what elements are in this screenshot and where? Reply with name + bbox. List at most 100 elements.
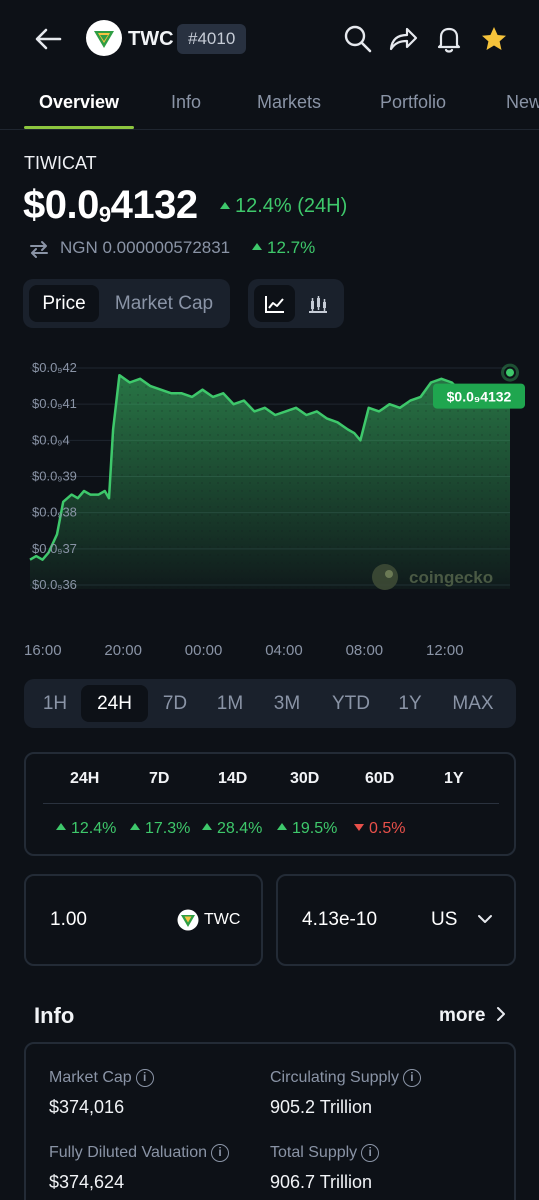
total-supply-value: 906.7 Trillion [270,1172,373,1192]
tab-portfolio[interactable]: Portfolio [380,92,446,113]
current-price-marker: $0.0₉4132 [433,363,525,409]
perf-header-7d: 7D [149,770,170,787]
tab-info[interactable]: Info [171,92,201,113]
coingecko-watermark: coingecko [372,564,493,590]
range-1m[interactable]: 1M [206,685,254,722]
candlestick-chart-button[interactable] [298,285,338,322]
range-ytd[interactable]: YTD [322,685,380,722]
total-supply-label: Total Supply i [270,1144,380,1162]
x-tick-label: 00:00 [184,642,223,659]
x-tick-label: 20:00 [104,642,142,659]
range-1y[interactable]: 1Y [388,685,432,722]
watermark-text: coingecko [409,568,493,587]
ngn-change: 12.7% [252,238,315,258]
search-icon[interactable] [343,24,373,54]
top-bar: TWC #4010 [0,0,539,78]
current-price-tag-label: $0.0₉4132 [447,389,512,405]
price-chart[interactable]: $0.0₉42 $0.0₉41 $0.0₉4 $0.0₉39 $0.0₉38 $0.0₉3… [0,345,539,665]
tab-bar: Overview Info Markets Portfolio New [0,78,539,130]
info-icon[interactable]: i [361,1144,380,1162]
bell-icon[interactable] [434,24,464,54]
coin-logo [86,20,122,56]
swap-icon [30,241,48,258]
x-tick-label: 16:00 [24,642,62,659]
fdv-value: $374,624 [49,1172,125,1192]
candlestick-icon [309,296,327,313]
price-toggle-button[interactable]: Price [29,285,99,322]
price-change-24h: 12.4% (24H) [220,195,347,218]
x-tick-label: 12:00 [426,642,464,659]
perf-value-14d: 28.4% [202,820,262,838]
fdv-label: Fully Diluted Valuation i [49,1144,230,1162]
perf-header-24h: 24H [70,770,100,787]
ngn-value: NGN 0.000000572831 [60,238,231,257]
circulating-supply-label: Circulating Supply i [270,1069,421,1087]
perf-header-60d: 60D [365,770,395,787]
info-section-title: Info [34,1003,75,1028]
y-tick-label: $0.0₉38 [32,505,77,520]
tab-active-indicator [24,126,134,129]
chevron-down-icon[interactable] [477,913,493,925]
star-icon[interactable] [479,24,509,54]
perf-value-30d: 19.5% [277,820,337,838]
current-price: $0.094132 [23,183,198,227]
twc-logo-icon [177,909,199,931]
line-chart-icon [264,296,284,313]
up-triangle-icon [56,823,66,830]
market-cap-toggle-button[interactable]: Market Cap [103,285,225,322]
y-tick-label: $0.0₉39 [32,469,77,484]
tab-overview[interactable]: Overview [39,92,119,113]
current-point [504,366,516,379]
up-triangle-icon [202,823,212,830]
back-arrow-icon[interactable] [32,24,64,54]
perf-header-30d: 30D [290,770,320,787]
up-triangle-icon [252,243,262,250]
perf-value-60d: 0.5% [354,820,405,838]
up-triangle-icon [130,823,140,830]
y-tick-label: $0.0₉41 [32,396,77,411]
performance-table: 24H 7D 14D 30D 60D 1Y 12.4% 17.3% 28.4% … [24,752,516,856]
time-range-selector: 1H 24H 7D 1M 3M YTD 1Y MAX [24,679,516,728]
range-7d[interactable]: 7D [152,685,198,722]
range-3m[interactable]: 3M [262,685,312,722]
y-tick-label: $0.0₉4 [32,432,70,447]
perf-header-14d: 14D [218,770,248,787]
tab-new[interactable]: New [506,92,539,113]
y-tick-label: $0.0₉37 [32,541,77,556]
perf-value-7d: 17.3% [130,820,190,838]
info-icon[interactable]: i [402,1069,421,1087]
chevron-right-icon [496,1007,505,1021]
rank-badge: #4010 [177,24,247,54]
perf-header-1y: 1Y [444,770,464,787]
coin-name: TIWICAT [24,153,97,173]
result-value: 4.13e-10 [302,909,378,930]
line-chart-button[interactable] [254,285,295,322]
y-tick-label: $0.0₉36 [32,577,77,592]
info-icon[interactable]: i [135,1069,154,1087]
x-tick-label: 04:00 [265,642,303,659]
chart-type-toggle [248,279,344,328]
divider [43,803,499,804]
currency-select[interactable]: US [431,909,457,931]
amount-input[interactable]: 1.00 [50,909,87,931]
tab-markets[interactable]: Markets [257,92,321,113]
more-link[interactable]: more [439,1005,507,1027]
range-max[interactable]: MAX [444,685,502,722]
range-1h[interactable]: 1H [33,685,77,722]
market-cap-label: Market Cap i [49,1069,154,1087]
converter-amount-field[interactable]: 1.00 TWC [24,874,263,966]
range-24h[interactable]: 24H [81,685,148,722]
info-icon[interactable]: i [211,1144,230,1162]
perf-value-24h: 12.4% [56,820,116,838]
circulating-supply-value: 905.2 Trillion [270,1097,373,1117]
up-triangle-icon [277,823,287,830]
x-tick-label: 08:00 [345,642,384,659]
coin-symbol: TWC [128,28,174,50]
converter-result-field[interactable]: 4.13e-10 US [276,874,516,966]
chart-metric-toggle: Price Market Cap [23,279,230,328]
converter-coin-symbol: TWC [204,911,241,928]
share-icon[interactable] [388,24,418,54]
info-card: Market Cap i $374,016 Circulating Supply i… [24,1042,516,1200]
up-triangle-icon [220,202,230,209]
down-triangle-icon [354,824,364,831]
